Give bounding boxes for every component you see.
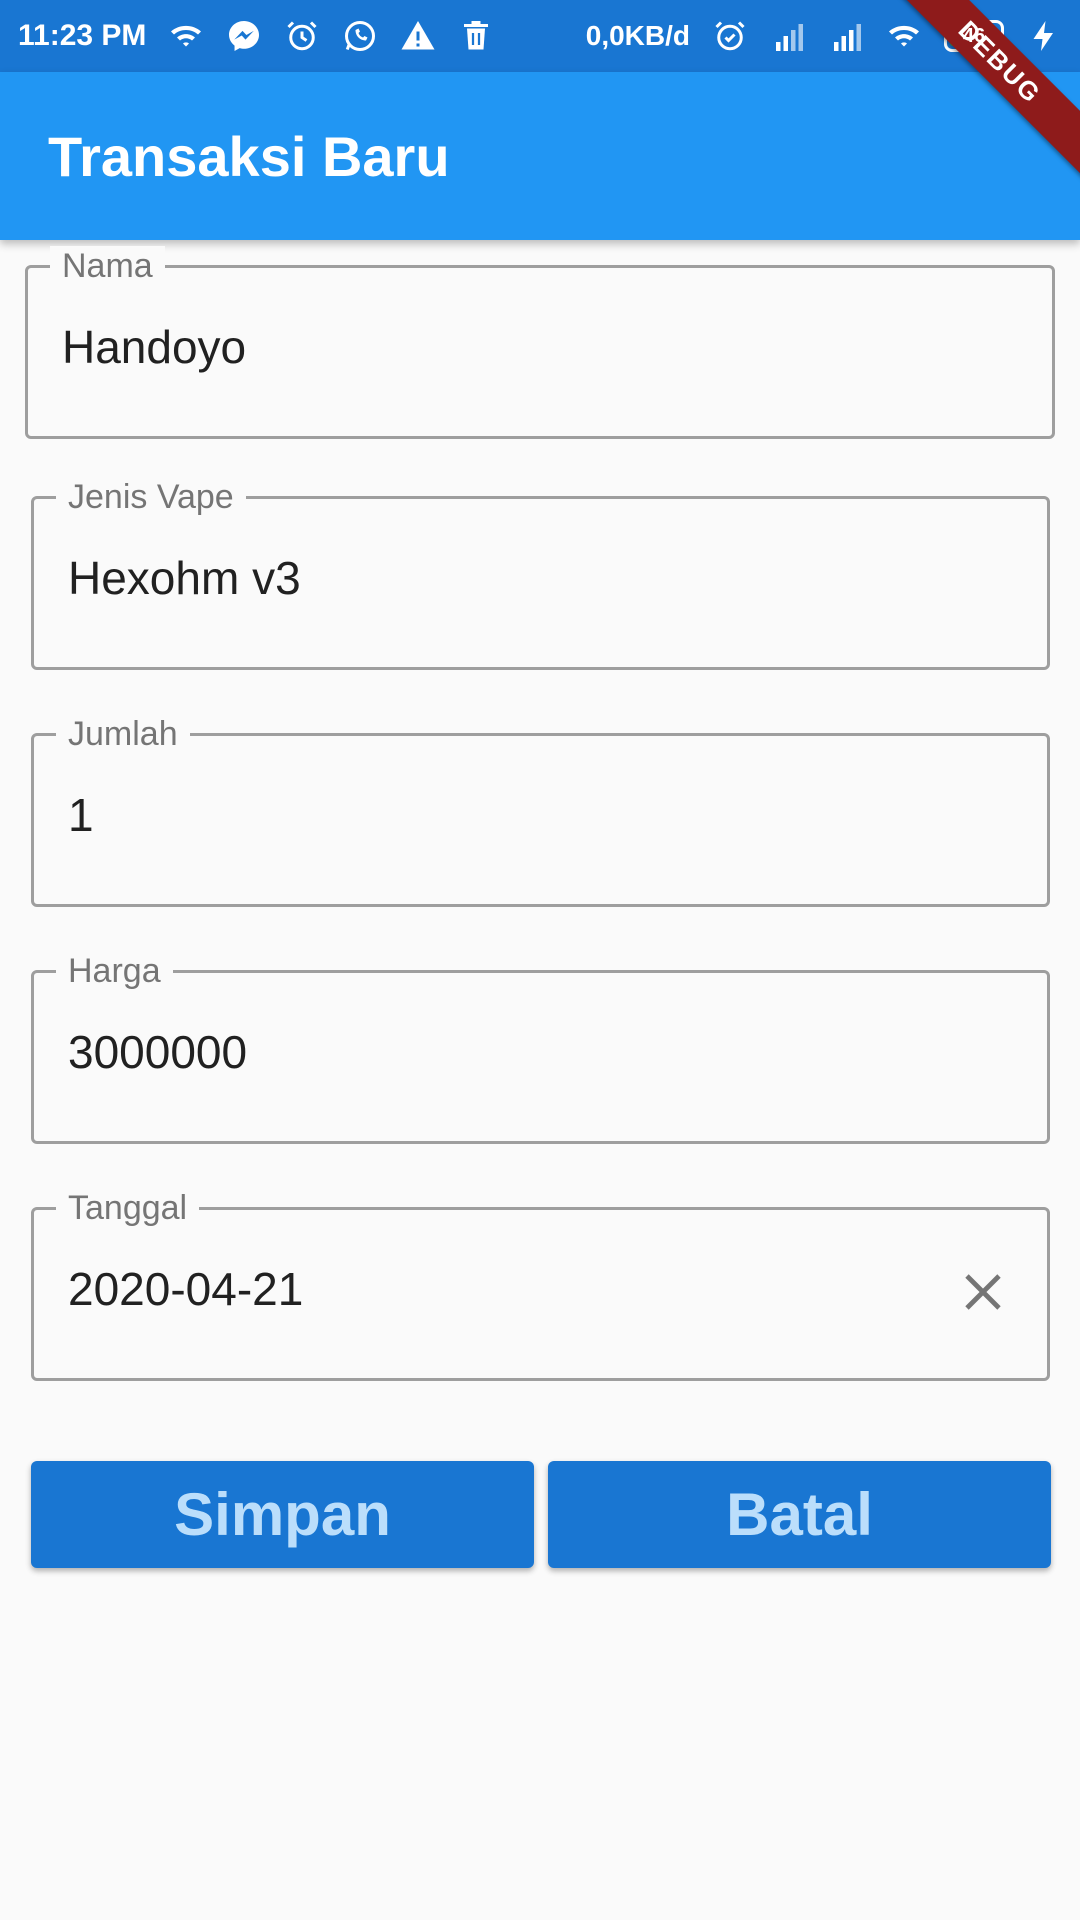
jumlah-label: Jumlah — [56, 714, 190, 754]
warning-icon — [400, 18, 436, 54]
batal-button[interactable]: Batal — [548, 1461, 1051, 1568]
harga-field[interactable]: Harga 3000000 — [31, 951, 1050, 1144]
network-speed: 0,0KB/d — [585, 20, 690, 51]
charging-icon — [1026, 18, 1062, 54]
trash-icon — [458, 18, 494, 54]
harga-label: Harga — [56, 951, 173, 991]
app-bar: Transaksi Baru — [0, 72, 1080, 240]
jumlah-value[interactable]: 1 — [68, 788, 94, 842]
alarm-icon — [712, 18, 748, 54]
wifi-icon — [168, 18, 204, 54]
jenis-vape-field[interactable]: Jenis Vape Hexohm v3 — [31, 477, 1050, 670]
jenis-vape-value[interactable]: Hexohm v3 — [68, 551, 301, 605]
page-title: Transaksi Baru — [48, 124, 450, 188]
close-icon[interactable] — [959, 1268, 1007, 1316]
whatsapp-icon — [342, 18, 378, 54]
nama-label: Nama — [50, 246, 165, 286]
messenger-icon — [226, 18, 262, 54]
simpan-button[interactable]: Simpan — [31, 1461, 534, 1568]
signal-4g-icon — [770, 18, 806, 54]
jumlah-field[interactable]: Jumlah 1 — [31, 714, 1050, 907]
status-bar-left: 11:23 PM — [18, 18, 494, 54]
harga-value[interactable]: 3000000 — [68, 1025, 247, 1079]
jenis-vape-label: Jenis Vape — [56, 477, 246, 517]
tanggal-field[interactable]: Tanggal 2020-04-21 — [31, 1188, 1050, 1381]
alarm-icon — [284, 18, 320, 54]
nama-field[interactable]: Nama Handoyo — [25, 246, 1055, 439]
signal-icon — [828, 18, 864, 54]
tanggal-label: Tanggal — [56, 1188, 200, 1228]
wifi-icon — [886, 18, 922, 54]
status-time: 11:23 PM — [18, 19, 147, 52]
nama-value[interactable]: Handoyo — [62, 320, 246, 374]
battery-level: 46 — [962, 24, 986, 47]
tanggal-value[interactable]: 2020-04-21 — [68, 1262, 303, 1316]
